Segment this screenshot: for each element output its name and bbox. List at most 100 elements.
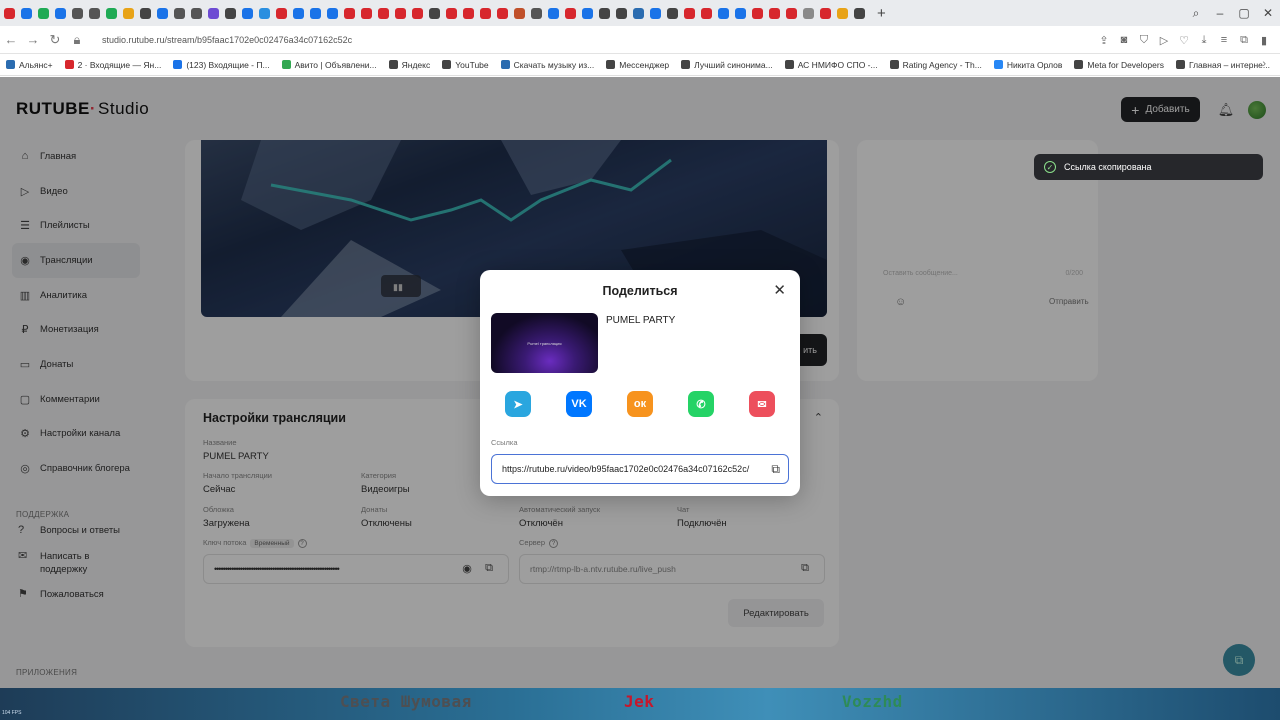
tab-favicon-icon[interactable] <box>174 7 185 19</box>
minimize-icon[interactable]: – <box>1208 6 1232 20</box>
bookmarks-overflow-icon[interactable]: › <box>1262 58 1266 70</box>
bookmark-item[interactable]: Мессенджер <box>606 60 669 70</box>
heart-icon[interactable]: ♡ <box>1174 34 1194 47</box>
tab-favicon-icon[interactable] <box>429 7 440 19</box>
tab-favicon-icon[interactable] <box>378 7 389 19</box>
new-tab-button[interactable]: + <box>877 6 886 21</box>
share-email-icon[interactable]: ✉ <box>749 391 775 417</box>
tab-favicon-icon[interactable] <box>4 7 15 19</box>
tab-favicon-icon[interactable] <box>531 7 542 19</box>
tab-favicon-icon[interactable] <box>803 7 814 19</box>
extensions-icon[interactable]: ⧉ <box>1234 34 1254 47</box>
bookmark-item[interactable]: Meta for Developers <box>1074 60 1164 70</box>
bookmark-item[interactable]: Скачать музыку из... <box>500 60 594 70</box>
tab-favicon-icon[interactable] <box>752 7 763 19</box>
window-controls: ⌕ – ▢ ✕ <box>1176 0 1280 26</box>
tab-favicon-icon[interactable] <box>650 7 661 19</box>
tab-favicon-icon[interactable] <box>718 7 729 19</box>
tab-favicon-icon[interactable] <box>276 7 287 19</box>
tab-favicon-icon[interactable] <box>310 7 321 19</box>
tab-favicon-icon[interactable] <box>837 7 848 19</box>
bookmark-item[interactable]: АС НМИФО СПО -... <box>784 60 878 70</box>
tab-favicon-icon[interactable] <box>208 7 219 19</box>
close-window-icon[interactable]: ✕ <box>1256 6 1280 20</box>
tab-favicon-icon[interactable] <box>72 7 83 19</box>
tab-favicon-icon[interactable] <box>633 7 644 19</box>
bookmark-favicon-icon <box>784 60 794 69</box>
share-whatsapp-icon[interactable]: ✆ <box>688 391 714 417</box>
tab-favicon-icon[interactable] <box>344 7 355 19</box>
tab-favicon-icon[interactable] <box>327 7 338 19</box>
share-link-field[interactable]: https://rutube.ru/video/b95faac1702e0c02… <box>491 454 789 484</box>
forward-icon[interactable]: → <box>22 32 44 47</box>
tab-favicon-icon[interactable] <box>497 7 508 19</box>
tab-favicon-icon[interactable] <box>21 7 32 19</box>
share-odnoklassniki-icon[interactable]: ок <box>627 391 653 417</box>
tab-favicon-icon[interactable] <box>412 7 423 19</box>
share-vk-icon[interactable]: VK <box>566 391 592 417</box>
tab-favicon-icon[interactable] <box>446 7 457 19</box>
tab-favicon-icon[interactable] <box>616 7 627 19</box>
reload-icon[interactable]: ↻ <box>44 32 66 48</box>
play-icon[interactable]: ▷ <box>1154 34 1174 47</box>
tab-favicon-icon[interactable] <box>140 7 151 19</box>
camera-icon[interactable]: ◙ <box>1114 34 1134 46</box>
sidebar-toggle-icon[interactable]: ▮ <box>1254 34 1274 47</box>
tab-favicon-icon[interactable] <box>667 7 678 19</box>
bookmark-favicon-icon <box>6 60 15 69</box>
share-link-value: https://rutube.ru/video/b95faac1702e0c02… <box>502 464 750 474</box>
bookmark-item[interactable]: (123) Входящие - П... <box>173 60 270 70</box>
bookmark-favicon-icon <box>606 60 616 69</box>
tab-favicon-icon[interactable] <box>55 7 66 19</box>
bookmark-item[interactable]: Авито | Объявлени... <box>281 60 377 70</box>
tab-favicon-icon[interactable] <box>480 7 491 19</box>
tab-favicon-icon[interactable] <box>854 7 865 19</box>
close-icon[interactable]: ✕ <box>773 283 786 298</box>
tab-favicon-icon[interactable] <box>157 7 168 19</box>
taskbar-name: Света Шумовая <box>340 692 472 711</box>
copy-link-icon[interactable]: ⧉ <box>767 462 780 477</box>
tab-favicon-icon[interactable] <box>293 7 304 19</box>
bookmark-item[interactable]: Никита Орлов <box>993 60 1062 70</box>
tab-favicon-icon[interactable] <box>548 7 559 19</box>
tab-favicon-icon[interactable] <box>820 7 831 19</box>
tab-favicon-icon[interactable] <box>684 7 695 19</box>
tab-favicon-icon[interactable] <box>735 7 746 19</box>
bookmark-item[interactable]: Яндекс <box>388 60 430 70</box>
share-telegram-icon[interactable]: ➤ <box>505 391 531 417</box>
tab-favicon-icon[interactable] <box>701 7 712 19</box>
tab-favicon-icon[interactable] <box>123 7 134 19</box>
tab-favicon-icon[interactable] <box>395 7 406 19</box>
back-icon[interactable]: ← <box>0 32 22 47</box>
bookmark-item[interactable]: Альянс+ <box>6 60 53 70</box>
tab-favicon-icon[interactable] <box>242 7 253 19</box>
bookmark-label: Мессенджер <box>619 59 670 70</box>
tab-favicon-icon[interactable] <box>786 7 797 19</box>
bookmark-item[interactable]: 2 · Входящие — Ян... <box>64 60 161 70</box>
bookmark-favicon-icon <box>388 60 398 69</box>
search-tabs-icon[interactable]: ⌕ <box>1184 6 1208 21</box>
tab-favicon-icon[interactable] <box>582 7 593 19</box>
bookmark-item[interactable]: Лучший синонима... <box>681 60 773 70</box>
download-icon[interactable]: ⤓ <box>1194 34 1214 47</box>
tab-favicon-icon[interactable] <box>225 7 236 19</box>
tab-favicon-icon[interactable] <box>259 7 270 19</box>
shield-icon[interactable]: ⛉ <box>1134 34 1154 47</box>
bookmark-item[interactable]: Rating Agency - Th... <box>889 60 982 70</box>
tab-favicon-icon[interactable] <box>769 7 780 19</box>
tab-favicon-icon[interactable] <box>463 7 474 19</box>
tab-favicon-icon[interactable] <box>106 7 117 19</box>
maximize-icon[interactable]: ▢ <box>1232 6 1256 20</box>
url-field[interactable]: studio.rutube.ru/stream/b95faac1702e0c02… <box>102 35 352 45</box>
menu-icon[interactable]: ≡ <box>1214 34 1234 46</box>
tab-favicon-icon[interactable] <box>599 7 610 19</box>
tab-favicon-icon[interactable] <box>38 7 49 19</box>
bookmark-item[interactable]: YouTube <box>442 60 489 70</box>
tab-favicon-icon[interactable] <box>565 7 576 19</box>
tab-favicon-icon[interactable] <box>89 7 100 19</box>
tab-favicon-icon[interactable] <box>361 7 372 19</box>
share-page-icon[interactable]: ⇪ <box>1094 34 1114 47</box>
tab-favicon-icon[interactable] <box>514 7 525 19</box>
tab-favicon-icon[interactable] <box>191 7 202 19</box>
bookmark-item[interactable]: Главная – интерне... <box>1175 60 1270 70</box>
